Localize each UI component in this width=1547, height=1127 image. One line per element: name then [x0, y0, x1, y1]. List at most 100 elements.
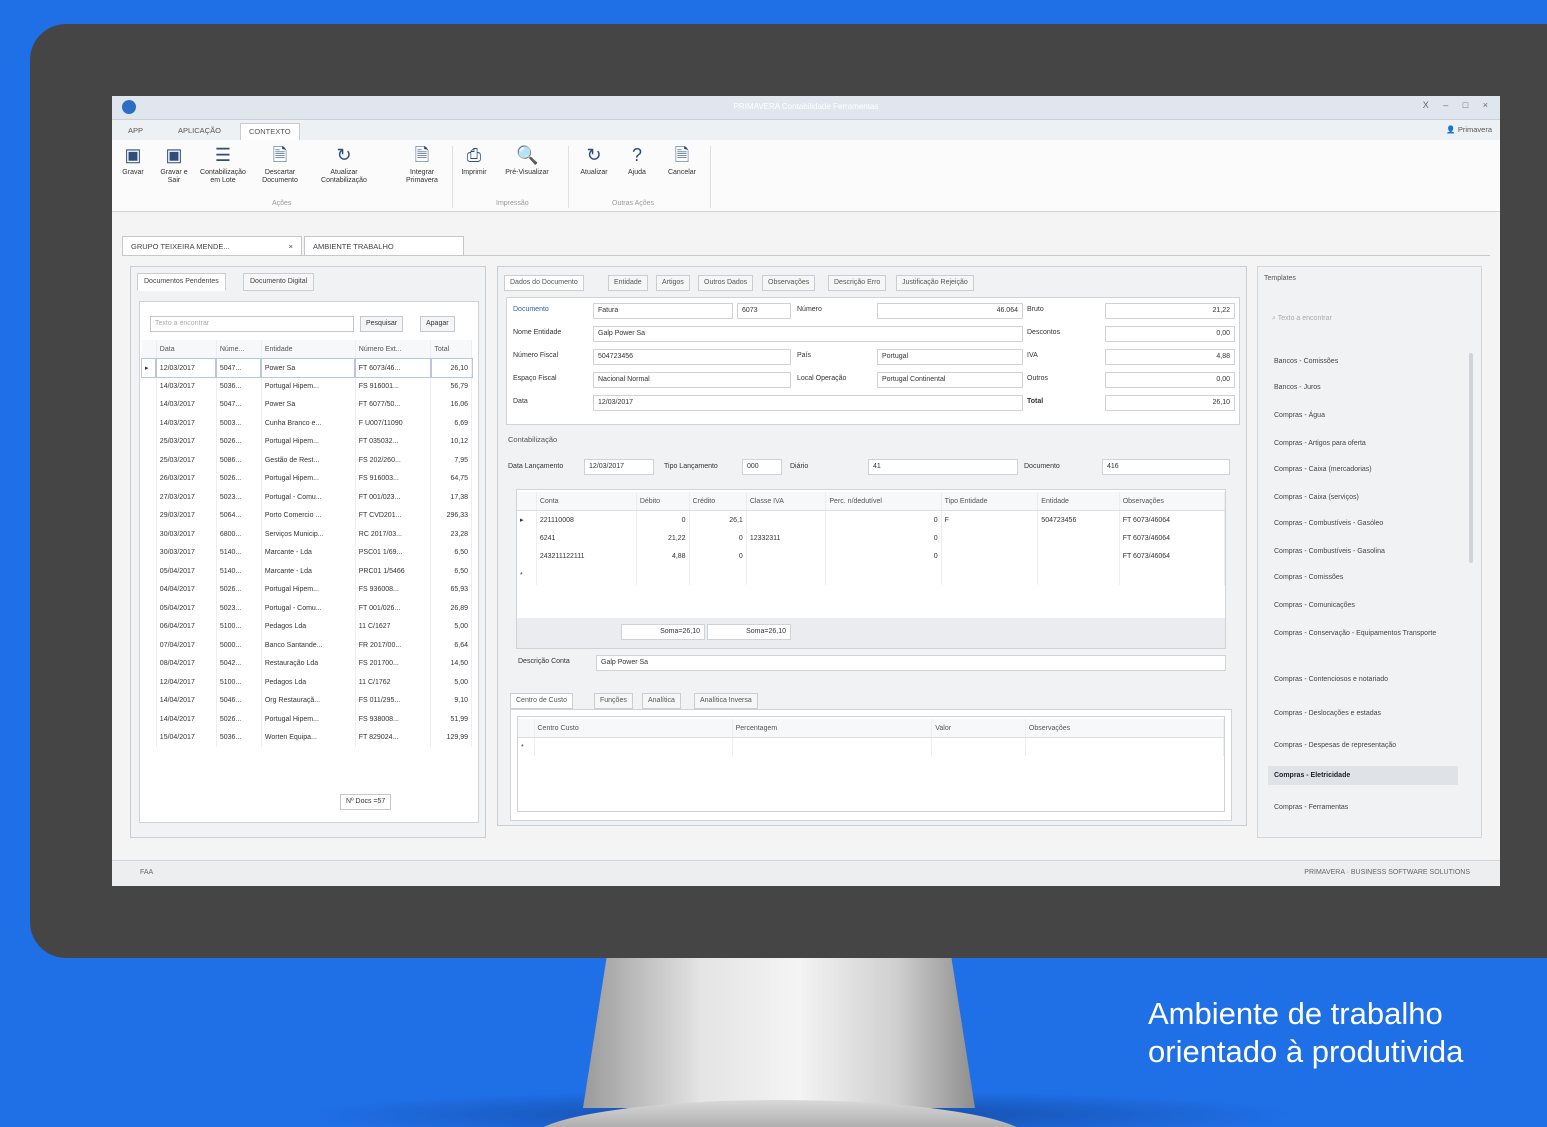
pesquisar-button[interactable]: Pesquisar — [360, 316, 404, 332]
column-header[interactable]: Observações — [1119, 492, 1226, 511]
template-item[interactable]: Compras - Caixa (serviços) — [1274, 493, 1464, 502]
column-header[interactable]: Crédito — [689, 492, 747, 511]
table-row[interactable]: 14/04/2017 5046... Org Restauraçã... FS 011… — [142, 691, 472, 710]
table-row[interactable]: * — [518, 737, 1225, 756]
cancelar-button[interactable]: 🗎 Cancelar — [664, 144, 700, 177]
search-input[interactable]: Texto a encontrar — [150, 316, 354, 332]
column-header[interactable]: Valor — [931, 719, 1026, 738]
iva-field[interactable]: 4,88 — [1105, 349, 1235, 365]
gravar-button[interactable]: ▣ Gravar — [120, 144, 146, 177]
bruto-field[interactable]: 21,22 — [1105, 303, 1235, 319]
doc-tab-grupo[interactable]: GRUPO TEIXEIRA MENDE... × — [122, 236, 302, 256]
pre-visualizar-button[interactable]: 🔍 Pré-Visualizar — [502, 144, 552, 177]
integrar-primavera-button[interactable]: 🗎 Integrar Primavera — [400, 144, 444, 185]
template-item[interactable]: Compras - Ferramentas — [1274, 803, 1464, 812]
table-row[interactable]: 15/04/2017 5036... Worten Equipa... FT 8290… — [142, 728, 472, 747]
total-field[interactable]: 26,10 — [1105, 395, 1235, 411]
table-row[interactable]: 27/03/2017 5023... Portugal - Comu... FT 00… — [142, 488, 472, 507]
doc-tab-ambiente[interactable]: AMBIENTE TRABALHO — [304, 236, 464, 256]
column-header[interactable]: Conta — [536, 492, 637, 511]
template-item[interactable]: Bancos - Juros — [1274, 383, 1464, 392]
table-row[interactable]: 14/03/2017 5047... Power Sa FT 6077/50... 16… — [142, 395, 472, 414]
new-row[interactable]: * — [517, 566, 1226, 585]
table-row[interactable]: 14/04/2017 5026... Portugal Hipem... FS 938… — [142, 710, 472, 729]
doc-detail-tab[interactable]: Descrição Erro — [828, 275, 887, 291]
table-row[interactable]: 14/03/2017 5036... Portugal Hipem... FS 916… — [142, 377, 472, 396]
template-item[interactable]: Compras - Eletricidade — [1268, 766, 1458, 785]
column-header[interactable]: Percentagem — [732, 719, 933, 738]
column-header[interactable]: Classe IVA — [746, 492, 827, 511]
tab-analitica[interactable]: Analítica — [642, 693, 681, 709]
template-item[interactable]: Compras - Combustíveis - Gasóleo — [1274, 519, 1464, 528]
data-field[interactable]: 12/03/2017 — [593, 395, 1023, 411]
atualizar-button[interactable]: ↻ Atualizar — [576, 144, 612, 177]
table-row[interactable]: 14/03/2017 5003... Cunha Branco e... F U007… — [142, 414, 472, 433]
column-header[interactable]: Centro Custo — [534, 719, 733, 738]
tipo-lancamento-field[interactable]: 000 — [742, 459, 782, 475]
diario-select[interactable]: 41 — [868, 459, 1018, 475]
tab-contexto[interactable]: CONTEXTO — [240, 123, 300, 140]
table-row[interactable]: 30/03/2017 6800... Serviços Municip... RC 2… — [142, 525, 472, 544]
doc-detail-tab[interactable]: Justificação Rejeição — [896, 275, 974, 291]
tab-analitica-inversa[interactable]: Analítica Inversa — [694, 693, 758, 709]
table-row[interactable]: 05/04/2017 5023... Portugal - Comu... FT 00… — [142, 599, 472, 618]
gravar-sair-button[interactable]: ▣ Gravar e Sair — [158, 144, 190, 185]
column-header[interactable]: Entidade — [1037, 492, 1120, 511]
template-item[interactable]: Compras - Comunicações — [1274, 601, 1464, 610]
table-row[interactable]: 12/04/2017 5100... Pedagos Lda 11 C/1762 5,0… — [142, 673, 472, 692]
column-header[interactable]: Perc. n/dedutível — [825, 492, 942, 511]
tab-app[interactable]: APP — [120, 123, 151, 140]
doc-detail-tab[interactable]: Outros Dados — [698, 275, 754, 291]
template-item[interactable]: Compras - Deslocações e estadas — [1274, 709, 1464, 718]
data-lancamento-field[interactable]: 12/03/2017 — [584, 459, 654, 475]
descontos-field[interactable]: 0,00 — [1105, 326, 1235, 342]
numero-field[interactable]: 46.064 — [877, 303, 1023, 319]
template-item[interactable]: Compras - Caixa (mercadorias) — [1274, 465, 1464, 474]
table-row[interactable]: ▸ 12/03/2017 5047... Power Sa FT 6073/46... 2… — [140, 357, 473, 378]
table-row[interactable]: ▸ 221110008 0 26,1 0 F 504723456 FT 6073/46064 — [517, 510, 1226, 529]
column-header[interactable]: Tipo Entidade — [941, 492, 1039, 511]
close-icon[interactable]: × — [289, 242, 293, 251]
column-header[interactable]: Data — [156, 340, 217, 359]
template-item[interactable]: Compras - Água — [1274, 411, 1464, 420]
column-header[interactable]: Núme... — [216, 340, 262, 359]
table-row[interactable]: 25/03/2017 5026... Portugal Hipem... FT 035… — [142, 432, 472, 451]
user-link[interactable]: 👤 Primavera — [1446, 125, 1492, 134]
nome-entidade-field[interactable]: Galp Power Sa — [593, 326, 1023, 342]
table-row[interactable]: 25/03/2017 5086... Gestão de Rest... FS 202… — [142, 451, 472, 470]
imprimir-button[interactable]: ⎙ Imprimir — [458, 144, 490, 177]
template-item[interactable]: Compras - Combustíveis - Gasolina — [1274, 547, 1464, 556]
documento-contab-select[interactable]: 416 — [1102, 459, 1230, 475]
tab-funcoes[interactable]: Funções — [594, 693, 633, 709]
template-item[interactable]: Compras - Contenciosos e notariado — [1274, 675, 1464, 684]
doc-detail-tab[interactable]: Observações — [762, 275, 816, 291]
doc-detail-tab[interactable]: Entidade — [608, 275, 648, 291]
table-row[interactable]: 29/03/2017 5064... Porto Comercio ... FT CV… — [142, 506, 472, 525]
scrollbar[interactable] — [1469, 353, 1473, 563]
table-row[interactable]: 08/04/2017 5042... Restauração Lda FS 20170… — [142, 654, 472, 673]
template-item[interactable]: Compras - Despesas de representação — [1274, 741, 1464, 750]
tab-documentos-pendentes[interactable]: Documentos Pendentes — [137, 273, 226, 291]
template-item[interactable]: Compras - Comissões — [1274, 573, 1464, 582]
column-header[interactable]: Entidade — [261, 340, 356, 359]
serie-field[interactable]: 6073 — [737, 303, 791, 319]
table-row[interactable]: 30/03/2017 5140... Marcante - Lda PSC01 1/6… — [142, 543, 472, 562]
atualizar-contabilizacao-button[interactable]: ↻ Atualizar Contabilização — [318, 144, 370, 185]
template-item[interactable]: Compras - Artigos para oferta — [1274, 439, 1464, 448]
doc-detail-tab[interactable]: Dados do Documento — [504, 275, 584, 291]
column-header[interactable]: Total — [430, 340, 472, 359]
espaco-fiscal-select[interactable]: Nacional Normal — [593, 372, 791, 388]
column-header[interactable]: Débito — [636, 492, 690, 511]
numero-fiscal-field[interactable]: 504723456 — [593, 349, 791, 365]
pais-select[interactable]: Portugal — [877, 349, 1023, 365]
templates-search[interactable]: ⌕ Texto a encontrar — [1272, 315, 1332, 323]
outros-field[interactable]: 0,00 — [1105, 372, 1235, 388]
documento-select[interactable]: Fatura — [593, 303, 733, 319]
tab-centro-custo[interactable]: Centro de Custo — [510, 693, 573, 709]
table-row[interactable]: 26/03/2017 5026... Portugal Hipem... FS 916… — [142, 469, 472, 488]
column-header[interactable]: Observações — [1025, 719, 1225, 738]
local-operacao-select[interactable]: Portugal Continental — [877, 372, 1023, 388]
tab-aplicacao[interactable]: APLICAÇÃO — [170, 123, 229, 140]
table-row[interactable]: 6241 21,22 0 12332311 0 FT 6073/46064 — [517, 529, 1226, 548]
ajuda-button[interactable]: ? Ajuda — [622, 144, 652, 177]
